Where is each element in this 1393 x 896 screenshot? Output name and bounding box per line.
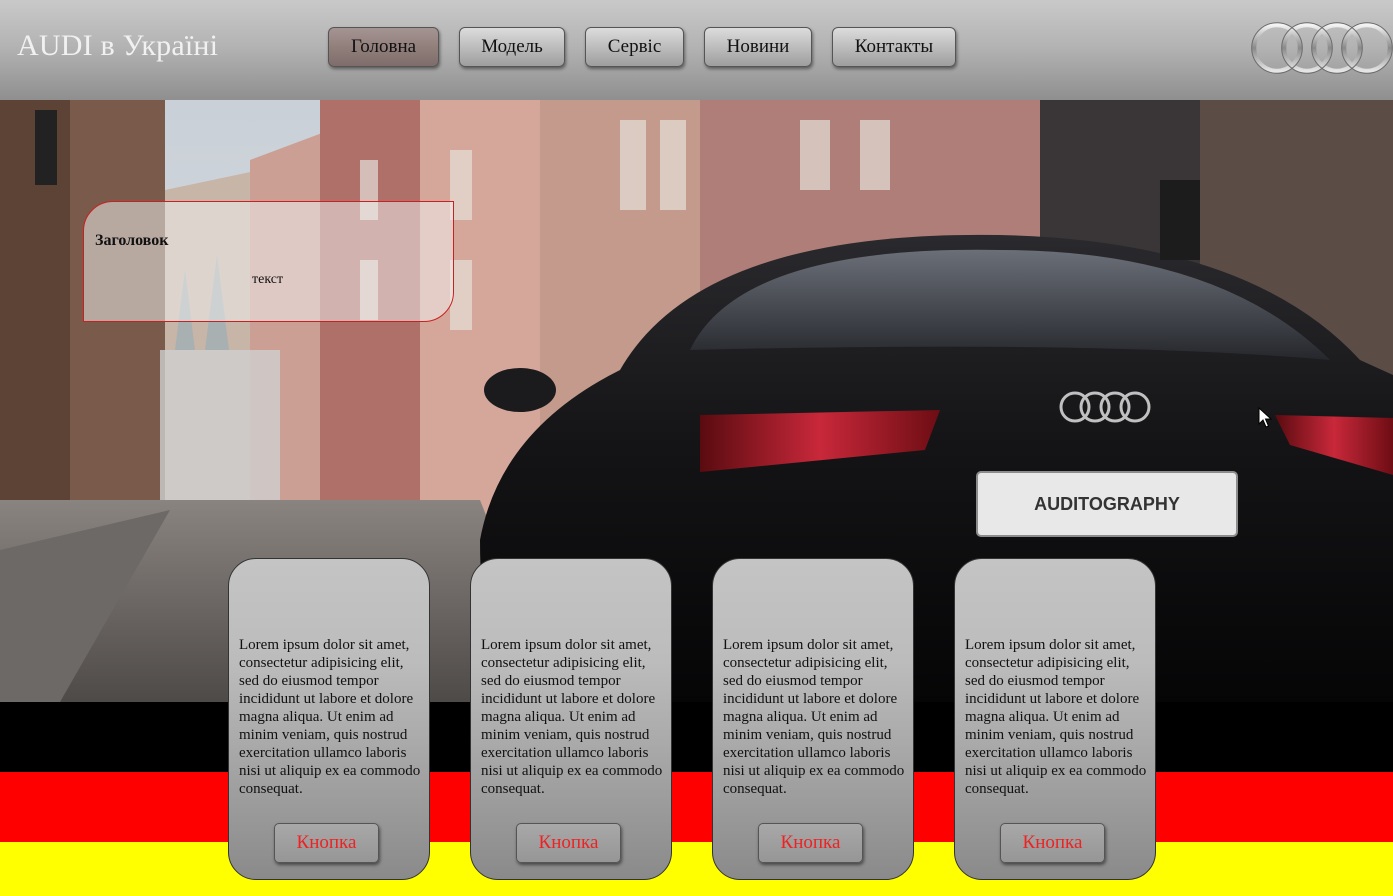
mouse-cursor-icon (1258, 407, 1272, 428)
nav-button-home[interactable]: Головна (328, 27, 439, 67)
info-box-title: Заголовок (95, 232, 169, 249)
nav-button-contacts[interactable]: Контакты (832, 27, 956, 67)
info-box-text: текст (252, 272, 284, 287)
card-text: Lorem ipsum dolor sit amet, consectetur … (481, 637, 663, 797)
card-button[interactable]: Кнопка (1000, 823, 1105, 863)
info-card: Lorem ipsum dolor sit amet, consectetur … (954, 558, 1156, 880)
card-button[interactable]: Кнопка (758, 823, 863, 863)
card-button[interactable]: Кнопка (274, 823, 379, 863)
info-card: Lorem ipsum dolor sit amet, consectetur … (228, 558, 430, 880)
site-header: AUDI в Україні Головна Модель Сервіс Нов… (0, 0, 1393, 100)
page: AUDI в Україні Головна Модель Сервіс Нов… (0, 0, 1393, 896)
card-button[interactable]: Кнопка (516, 823, 621, 863)
info-card: Lorem ipsum dolor sit amet, consectetur … (712, 558, 914, 880)
hero-image: AUDITOGRAPHY (0, 100, 1393, 702)
license-plate-text: AUDITOGRAPHY (1034, 494, 1180, 514)
card-text: Lorem ipsum dolor sit amet, consectetur … (723, 637, 905, 797)
info-card: Lorem ipsum dolor sit amet, consectetur … (470, 558, 672, 880)
card-text: Lorem ipsum dolor sit amet, consectetur … (239, 637, 421, 797)
nav-button-service[interactable]: Сервіс (585, 27, 684, 67)
info-box: Заголовок текст (83, 201, 454, 322)
audi-rings-icon (1251, 22, 1393, 74)
nav-button-news[interactable]: Новини (704, 27, 812, 67)
flag-stripe-black (0, 702, 1393, 772)
nav-button-model[interactable]: Модель (459, 27, 565, 67)
flag-stripe-red (0, 772, 1393, 842)
site-title: AUDI в Україні (17, 29, 219, 62)
flag-stripe-yellow (0, 842, 1393, 896)
card-text: Lorem ipsum dolor sit amet, consectetur … (965, 637, 1147, 797)
